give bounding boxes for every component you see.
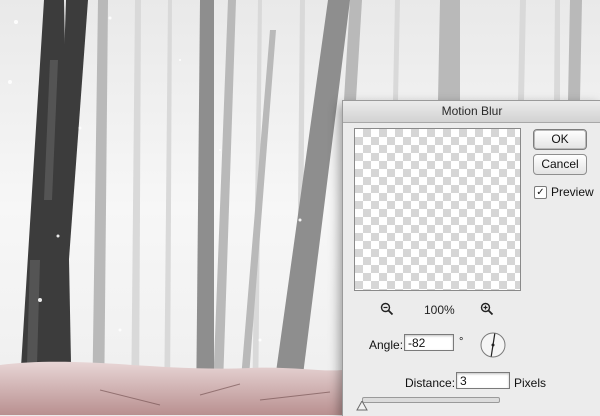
zoom-level: 100% xyxy=(424,303,455,317)
slider-thumb-icon[interactable] xyxy=(356,401,368,411)
angle-input[interactable]: -82 xyxy=(404,334,454,351)
preview-checkbox[interactable]: ✓ xyxy=(534,185,547,199)
zoom-controls: 100% xyxy=(378,301,498,319)
preview-area[interactable] xyxy=(354,128,521,291)
ok-button[interactable]: OK xyxy=(533,129,587,150)
preview-checkbox-row[interactable]: ✓ Preview xyxy=(534,185,594,199)
angle-label: Angle: xyxy=(369,338,404,352)
cancel-button[interactable]: Cancel xyxy=(533,154,587,175)
degree-symbol: ° xyxy=(459,336,464,348)
preview-label: Preview xyxy=(551,185,594,199)
motion-blur-dialog: Motion Blur OK Cancel ✓ Preview 100% Ang… xyxy=(342,100,600,416)
zoom-in-icon[interactable] xyxy=(480,302,494,316)
dialog-title[interactable]: Motion Blur xyxy=(343,101,600,123)
angle-dial-icon[interactable] xyxy=(479,331,507,359)
distance-slider[interactable] xyxy=(362,397,500,403)
distance-input[interactable]: 3 xyxy=(456,372,510,389)
distance-unit: Pixels xyxy=(514,376,547,390)
distance-label: Distance: xyxy=(405,376,456,390)
zoom-out-icon[interactable] xyxy=(380,302,394,316)
